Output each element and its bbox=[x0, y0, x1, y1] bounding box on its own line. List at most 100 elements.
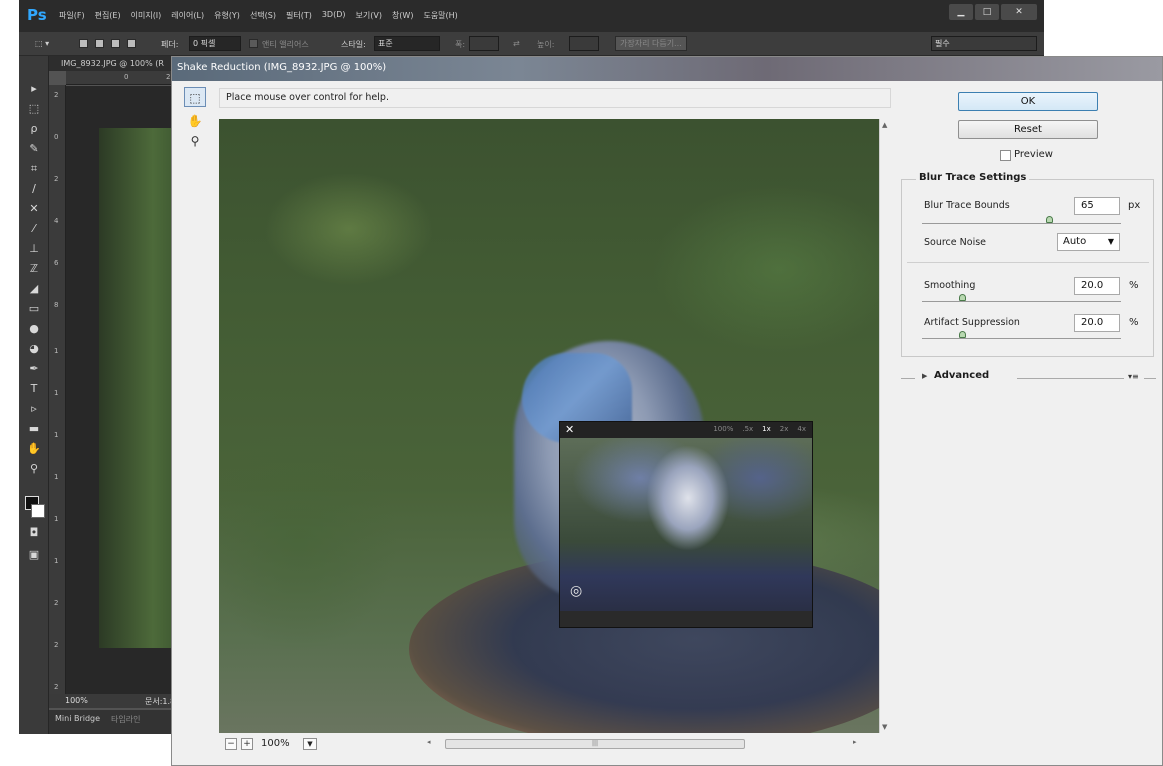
lasso-tool-icon[interactable]: ρ bbox=[25, 122, 43, 136]
history-brush-tool-icon[interactable]: ℤ bbox=[25, 262, 43, 276]
advanced-section-toggle[interactable]: Advanced bbox=[934, 370, 989, 381]
menu-window[interactable]: 창(W) bbox=[392, 10, 414, 21]
zoom-dropdown-button[interactable]: ▼ bbox=[303, 738, 317, 750]
preview-checkbox[interactable] bbox=[1000, 150, 1011, 161]
advanced-divider-end bbox=[1144, 378, 1156, 379]
smoothing-slider-track[interactable] bbox=[922, 301, 1121, 302]
tab-mini-bridge[interactable]: Mini Bridge bbox=[55, 714, 100, 723]
horizontal-scrollbar[interactable]: ◂ ||| ▸ bbox=[423, 738, 863, 750]
screen-mode-icon[interactable]: ▣ bbox=[25, 548, 43, 562]
background-color-swatch[interactable] bbox=[31, 504, 45, 518]
zoom-out-button[interactable]: − bbox=[225, 738, 237, 750]
scroll-down-icon[interactable]: ▼ bbox=[882, 723, 887, 731]
scroll-up-icon[interactable]: ▲ bbox=[882, 121, 887, 129]
loupe-zoom-2x[interactable]: 2x bbox=[780, 425, 789, 433]
height-input[interactable] bbox=[569, 36, 599, 51]
artifact-suppression-input[interactable]: 20.0 bbox=[1074, 314, 1120, 332]
path-select-tool-icon[interactable]: ▹ bbox=[25, 402, 43, 416]
stamp-tool-icon[interactable]: ⊥ bbox=[25, 242, 43, 256]
healing-tool-icon[interactable]: ✕ bbox=[25, 202, 43, 216]
quick-select-tool-icon[interactable]: ✎ bbox=[25, 142, 43, 156]
expand-arrow-icon[interactable]: ▶ bbox=[922, 372, 927, 380]
artifact-suppression-slider-track[interactable] bbox=[922, 338, 1121, 339]
reset-button[interactable]: Reset bbox=[958, 120, 1098, 139]
menu-image[interactable]: 이미지(I) bbox=[131, 10, 162, 21]
scroll-left-icon[interactable]: ◂ bbox=[427, 738, 431, 746]
zoom-in-button[interactable]: + bbox=[241, 738, 253, 750]
quick-mask-icon[interactable]: ◘ bbox=[25, 526, 43, 540]
dialog-titlebar[interactable]: Shake Reduction (IMG_8932.JPG @ 100%) bbox=[172, 57, 1162, 81]
menu-type[interactable]: 유형(Y) bbox=[214, 10, 240, 21]
scroll-thumb[interactable]: ||| bbox=[445, 739, 745, 749]
menu-file[interactable]: 파일(F) bbox=[59, 10, 85, 21]
ruler-number: 2 bbox=[54, 175, 59, 183]
menu-layer[interactable]: 레이어(L) bbox=[171, 10, 204, 21]
style-select[interactable]: 표준 bbox=[374, 36, 440, 51]
ruler-number: 1 bbox=[54, 347, 59, 355]
blur-trace-bounds-slider-thumb[interactable] bbox=[1046, 216, 1053, 223]
pen-tool-icon[interactable]: ✒ bbox=[25, 362, 43, 376]
antialias-checkbox[interactable] bbox=[249, 39, 258, 48]
document-tab[interactable]: IMG_8932.JPG @ 100% (R bbox=[61, 59, 164, 68]
add-selection-icon[interactable] bbox=[95, 39, 104, 48]
gradient-tool-icon[interactable]: ▭ bbox=[25, 302, 43, 316]
loupe-zoom-options: 100% .5x 1x 2x 4x bbox=[713, 425, 806, 433]
artifact-suppression-slider-thumb[interactable] bbox=[959, 331, 966, 338]
loupe-zoom-4x[interactable]: 4x bbox=[797, 425, 806, 433]
panel-menu-icon[interactable]: ▾≡ bbox=[1128, 372, 1139, 381]
zoom-tool-icon[interactable]: ⚲ bbox=[184, 131, 206, 151]
vertical-scrollbar[interactable]: ▲ ▼ bbox=[879, 119, 891, 733]
workspace-select[interactable]: 필수 bbox=[931, 36, 1037, 51]
menu-select[interactable]: 선택(S) bbox=[250, 10, 276, 21]
crop-tool-icon[interactable]: ⌗ bbox=[25, 162, 43, 176]
minimize-button[interactable]: ▁ bbox=[949, 4, 973, 20]
marquee-preset-icon[interactable]: ⬚ ▾ bbox=[35, 39, 49, 48]
scroll-right-icon[interactable]: ▸ bbox=[853, 738, 857, 746]
ok-button[interactable]: OK bbox=[958, 92, 1098, 111]
brush-tool-icon[interactable]: ⁄ bbox=[25, 222, 43, 236]
marquee-tool-icon[interactable]: ⬚ bbox=[25, 102, 43, 116]
loupe-zoom-100[interactable]: 100% bbox=[713, 425, 733, 433]
loupe-zoom-1x[interactable]: 1x bbox=[762, 425, 771, 433]
tab-timeline[interactable]: 타임라인 bbox=[111, 714, 140, 725]
refine-edge-button[interactable]: 가장자리 다듬기... bbox=[615, 36, 687, 51]
intersect-selection-icon[interactable] bbox=[127, 39, 136, 48]
menu-help[interactable]: 도움말(H) bbox=[423, 10, 457, 21]
swap-icon[interactable]: ⇄ bbox=[513, 39, 520, 48]
shape-tool-icon[interactable]: ▬ bbox=[25, 422, 43, 436]
ps-menubar: Ps 파일(F) 편집(E) 이미지(I) 레이어(L) 유형(Y) 선택(S)… bbox=[19, 0, 1044, 32]
close-window-button[interactable]: ✕ bbox=[1001, 4, 1037, 20]
marquee-tool-icon[interactable]: ⬚ bbox=[184, 87, 206, 107]
dodge-tool-icon[interactable]: ◕ bbox=[25, 342, 43, 356]
smoothing-slider-thumb[interactable] bbox=[959, 294, 966, 301]
detail-loupe[interactable]: ✕ 100% .5x 1x 2x 4x ◎ bbox=[559, 421, 813, 628]
loupe-zoom-half[interactable]: .5x bbox=[742, 425, 753, 433]
width-input[interactable] bbox=[469, 36, 499, 51]
settings-divider bbox=[907, 262, 1149, 263]
hand-tool-icon[interactable]: ✋ bbox=[25, 442, 43, 456]
smoothing-input[interactable]: 20.0 bbox=[1074, 277, 1120, 295]
status-zoom[interactable]: 100% bbox=[65, 696, 88, 705]
menu-filter[interactable]: 필터(T) bbox=[286, 10, 312, 21]
eyedropper-tool-icon[interactable]: ∕ bbox=[25, 182, 43, 196]
smoothing-label: Smoothing bbox=[924, 280, 976, 291]
subtract-selection-icon[interactable] bbox=[111, 39, 120, 48]
ruler-number: 4 bbox=[54, 217, 59, 225]
source-noise-select[interactable]: Auto ▼ bbox=[1057, 233, 1120, 251]
feather-input[interactable]: 0 픽셀 bbox=[189, 36, 241, 51]
move-tool-icon[interactable]: ▸ bbox=[25, 82, 43, 96]
blur-trace-bounds-input[interactable]: 65 bbox=[1074, 197, 1120, 215]
menu-3d[interactable]: 3D(D) bbox=[322, 10, 346, 21]
blur-tool-icon[interactable]: ● bbox=[25, 322, 43, 336]
eraser-tool-icon[interactable]: ◢ bbox=[25, 282, 43, 296]
maximize-button[interactable]: □ bbox=[975, 4, 999, 20]
menu-view[interactable]: 보기(V) bbox=[356, 10, 382, 21]
close-icon[interactable]: ✕ bbox=[565, 423, 574, 436]
blur-trace-bounds-slider-track[interactable] bbox=[922, 223, 1121, 224]
menu-edit[interactable]: 편집(E) bbox=[95, 10, 121, 21]
hand-tool-icon[interactable]: ✋ bbox=[184, 111, 206, 131]
detail-focus-icon[interactable]: ◎ bbox=[570, 582, 588, 600]
zoom-tool-icon[interactable]: ⚲ bbox=[25, 462, 43, 476]
new-selection-icon[interactable] bbox=[79, 39, 88, 48]
type-tool-icon[interactable]: T bbox=[25, 382, 43, 396]
